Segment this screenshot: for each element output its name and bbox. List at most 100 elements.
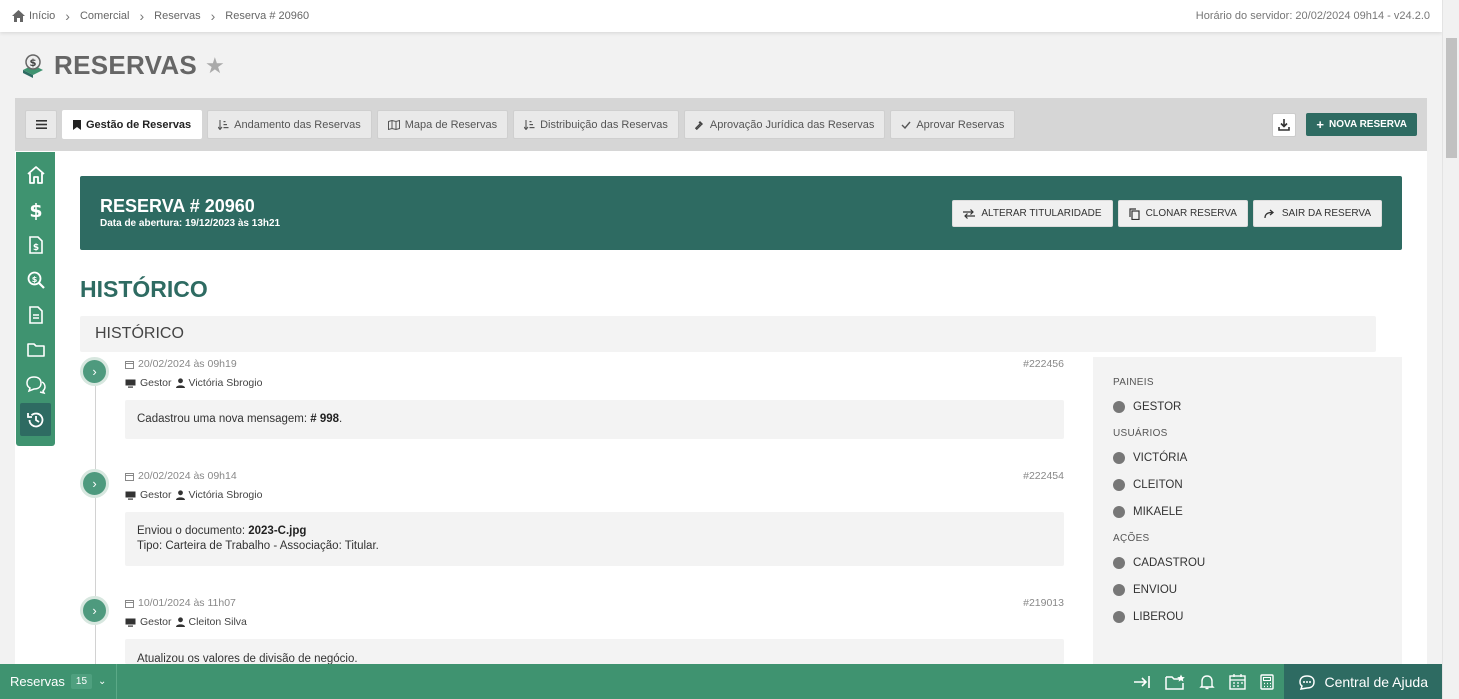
filter-dot	[1113, 557, 1125, 569]
folder-star-icon[interactable]	[1165, 674, 1186, 690]
filter-dot	[1113, 452, 1125, 464]
hamburger-icon	[35, 120, 47, 129]
rail-messages-button[interactable]	[20, 368, 51, 401]
tab-distribuicao-reservas[interactable]: Distribuição das Reservas	[513, 110, 679, 139]
copy-icon	[1128, 207, 1140, 220]
tab-mapa-reservas[interactable]: Mapa de Reservas	[376, 110, 509, 139]
user-icon	[175, 490, 185, 500]
filter-item-mikaele[interactable]: MIKAELE	[1113, 506, 1382, 518]
filter-heading-paineis: PAINEIS	[1113, 377, 1154, 388]
rail-search-money-button[interactable]: $	[20, 263, 51, 296]
favorite-star-icon[interactable]: ★	[205, 53, 225, 79]
folder-icon	[26, 342, 45, 357]
rail-document-button[interactable]	[20, 298, 51, 331]
filter-heading-acoes: AÇÕES	[1113, 533, 1150, 544]
rail-folder-button[interactable]	[20, 333, 51, 366]
entry-user: Victória Sbrogio	[188, 377, 263, 389]
historico-heading: HISTÓRICO	[80, 276, 208, 302]
calendar-icon	[125, 360, 134, 369]
filter-item-cleiton[interactable]: CLEITON	[1113, 479, 1382, 491]
expand-entry-button[interactable]: ›	[80, 596, 109, 625]
bell-icon[interactable]	[1199, 674, 1216, 690]
filter-heading-usuarios: USUÁRIOS	[1113, 428, 1168, 439]
filter-dot	[1113, 479, 1125, 491]
home-icon[interactable]	[12, 10, 25, 22]
tab-aprovacao-juridica[interactable]: Aprovação Jurídica das Reservas	[683, 110, 886, 139]
filter-item-cadastrou[interactable]: CADASTROU	[1113, 557, 1382, 569]
help-center-button[interactable]: Central de Ajuda	[1284, 664, 1442, 699]
filter-dot	[1113, 506, 1125, 518]
expand-entry-button[interactable]: ›	[80, 357, 109, 386]
search-dollar-icon: $	[27, 271, 45, 289]
bottom-bar: Reservas 15 ⌄ Central de Ajuda	[0, 664, 1442, 699]
chat-bubbles-icon	[25, 375, 46, 394]
new-reserva-button[interactable]: + NOVA RESERVA	[1306, 113, 1417, 136]
tab-andamento-reservas[interactable]: Andamento das Reservas	[207, 110, 372, 139]
bookmark-icon	[73, 119, 81, 130]
money-hand-icon: $	[20, 53, 46, 79]
filter-item-liberou[interactable]: LIBEROU	[1113, 611, 1382, 623]
breadcrumb: Início › Comercial › Reservas › Reserva …	[12, 8, 309, 24]
clonar-reserva-button[interactable]: CLONAR RESERVA	[1117, 200, 1248, 227]
filter-item-gestor[interactable]: GESTOR	[1113, 401, 1382, 413]
map-icon	[387, 119, 400, 130]
gavel-icon	[694, 120, 703, 130]
entry-panel: Gestor	[140, 377, 172, 389]
svg-text:$: $	[31, 275, 37, 284]
svg-text:$: $	[29, 200, 42, 220]
sort-icon	[218, 119, 229, 130]
entry-id: #222454	[1023, 470, 1064, 482]
filter-item-victoria[interactable]: VICTÓRIA	[1113, 452, 1382, 464]
entry-id: #219013	[1023, 597, 1064, 609]
rail-history-button[interactable]	[20, 403, 51, 436]
filter-dot	[1113, 401, 1125, 413]
calendar-icon	[125, 472, 134, 481]
page-title: RESERVAS	[54, 50, 198, 80]
collapse-right-icon[interactable]	[1133, 675, 1151, 689]
download-icon	[1278, 118, 1291, 131]
reservas-count-badge: 15	[70, 674, 93, 689]
calendar-icon	[125, 599, 134, 608]
swap-arrows-icon	[963, 208, 976, 219]
dollar-icon: $	[29, 200, 42, 220]
entry-panel: Gestor	[140, 489, 172, 501]
download-button[interactable]	[1272, 112, 1297, 137]
home-icon	[26, 165, 45, 184]
entry-message: Atualizou os valores de divisão de negóc…	[125, 639, 1064, 664]
tab-gestao-reservas[interactable]: Gestão de Reservas	[62, 110, 203, 139]
vertical-scrollbar[interactable]	[1442, 0, 1459, 699]
expand-entry-button[interactable]: ›	[80, 469, 109, 498]
side-rail: $ $ $	[16, 152, 55, 446]
rail-financeiro-button[interactable]: $	[20, 193, 51, 226]
menu-toggle-button[interactable]	[25, 110, 57, 139]
reserva-header: RESERVA # 20960 Data de abertura: 19/12/…	[80, 176, 1402, 250]
breadcrumb-item-comercial[interactable]: Comercial	[80, 10, 130, 22]
history-icon	[26, 412, 43, 427]
filter-item-enviou[interactable]: ENVIOU	[1113, 584, 1382, 596]
monitor-icon	[125, 491, 136, 500]
monitor-icon	[125, 618, 136, 627]
svg-text:$: $	[30, 58, 37, 69]
entry-message: Enviou o documento: 2023-C.jpg Tipo: Car…	[125, 512, 1064, 566]
scrollbar-thumb[interactable]	[1446, 38, 1457, 158]
rail-home-button[interactable]	[20, 158, 51, 191]
chevron-right-icon: ›	[65, 8, 70, 24]
sair-reserva-button[interactable]: SAIR DA RESERVA	[1252, 200, 1382, 227]
user-icon	[175, 617, 185, 627]
calendar-icon[interactable]	[1229, 673, 1247, 690]
rail-invoice-button[interactable]: $	[20, 228, 51, 261]
historico-section-bar: HISTÓRICO	[80, 316, 1376, 352]
entry-id: #222456	[1023, 358, 1064, 370]
chevron-right-icon: ›	[139, 8, 145, 24]
tab-aprovar-reservas[interactable]: Aprovar Reservas	[890, 110, 1016, 139]
breadcrumb-item-inicio[interactable]: Início	[29, 10, 55, 22]
calculator-icon[interactable]	[1260, 673, 1275, 690]
reservas-dock-button[interactable]: Reservas 15 ⌄	[0, 664, 118, 699]
entry-date: 10/01/2024 às 11h07	[138, 597, 236, 609]
entry-detail: Tipo: Carteira de Trabalho - Associação:…	[137, 540, 379, 552]
entry-message: Cadastrou uma nova mensagem: # 998.	[125, 400, 1064, 439]
tabs-bar: Gestão de Reservas Andamento das Reserva…	[15, 98, 1427, 151]
entry-user: Cleiton Silva	[188, 616, 247, 628]
breadcrumb-item-reservas[interactable]: Reservas	[154, 10, 200, 22]
alterar-titularidade-button[interactable]: ALTERAR TITULARIDADE	[952, 200, 1113, 227]
